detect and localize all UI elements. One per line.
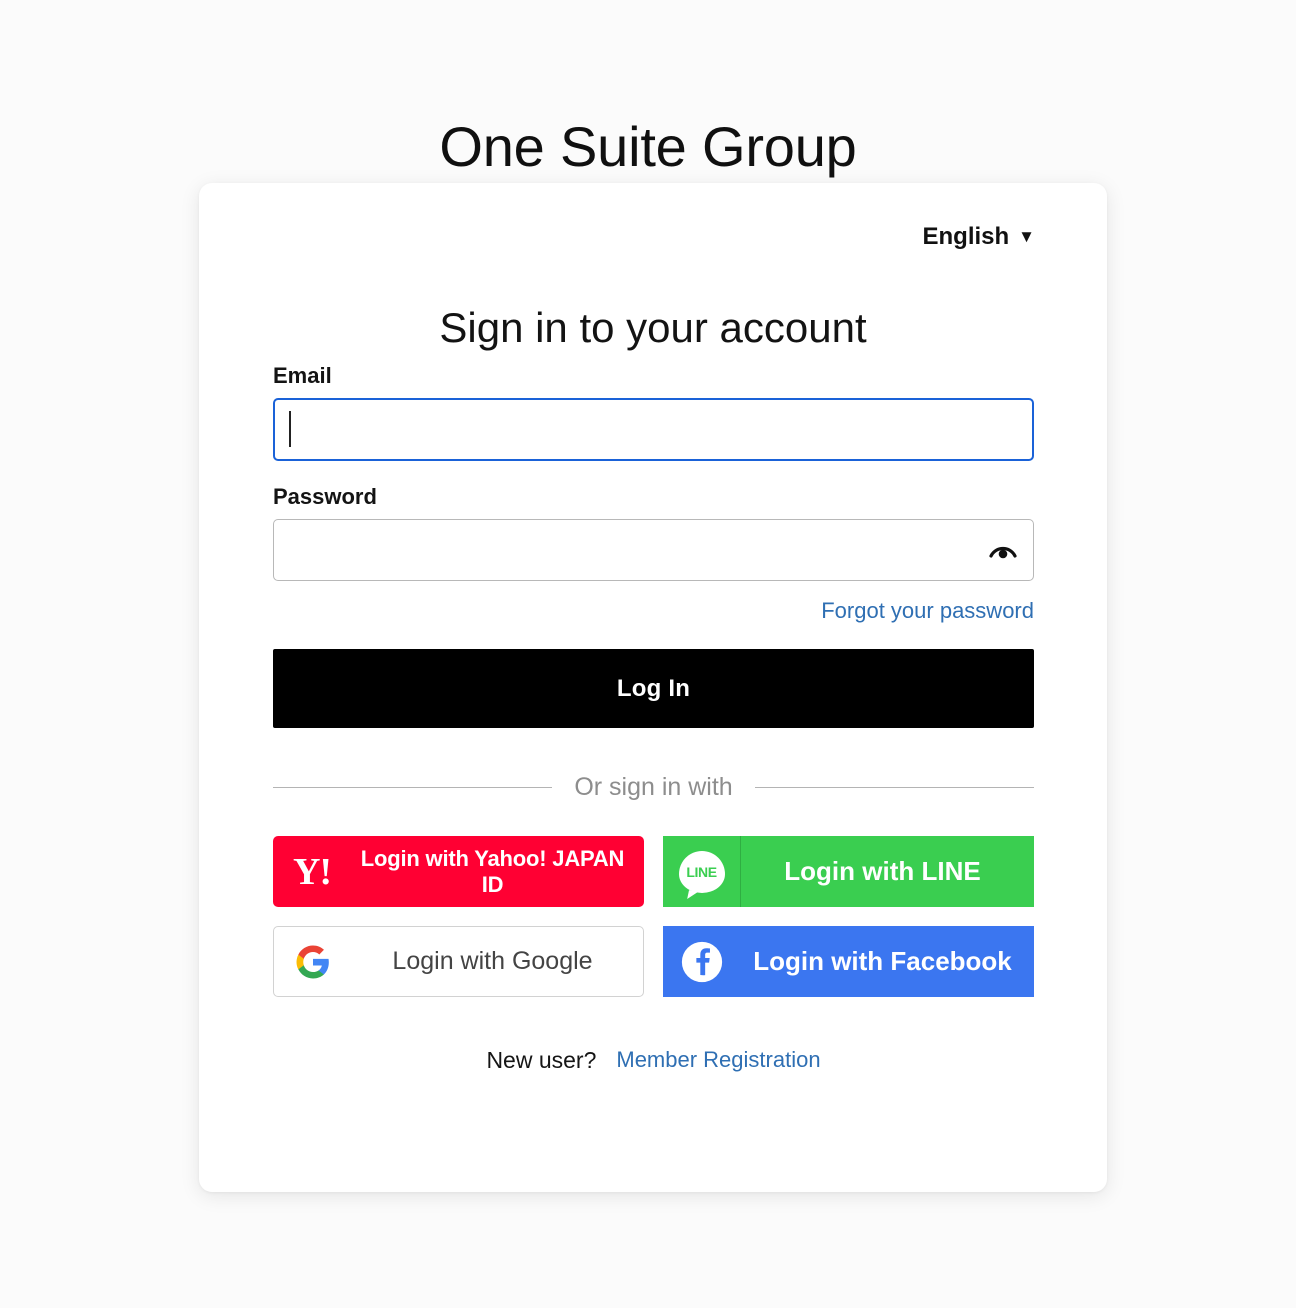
line-logo-text: LINE [686,863,717,880]
forgot-password-row: Forgot your password [273,598,1034,624]
facebook-f-icon-svg [681,941,723,982]
yahoo-button-label: Login with Yahoo! JAPAN ID [360,845,625,897]
google-g-icon-svg [296,945,329,978]
login-form: Email Password Forgot your password Log … [273,363,1035,1074]
eye-icon[interactable] [986,535,1020,565]
divider-rule-right [754,786,1035,788]
language-label: English [922,223,1010,250]
password-field-wrap [273,519,1034,581]
social-divider: Or sign in with [273,772,1035,802]
social-login-grid: Y! Login with Yahoo! JAPAN ID LINE Login… [273,836,1034,997]
language-selector[interactable]: English ▼ [923,223,1036,251]
page-title: One Suite Group [439,114,857,178]
login-button[interactable]: Log In [273,649,1034,728]
password-label: Password [273,484,377,509]
eye-icon-svg [989,546,1017,559]
chevron-down-icon: ▼ [1018,227,1035,246]
line-button-label: Login with LINE [784,856,981,886]
login-card: English ▼ Sign in to your account Email … [199,183,1107,1192]
new-user-row: New user? Member Registration [273,1046,1034,1074]
login-with-yahoo-button[interactable]: Y! Login with Yahoo! JAPAN ID [273,836,644,907]
line-logo-bubble: LINE [678,850,725,893]
password-input[interactable] [273,519,1034,581]
divider-label: Or sign in with [574,773,733,801]
signin-headline: Sign in to your account [439,303,867,351]
login-page: One Suite Group English ▼ Sign in to you… [0,0,1296,1308]
facebook-f-icon [663,926,741,997]
member-registration-link[interactable]: Member Registration [616,1047,820,1073]
yahoo-icon: Y! [273,836,351,907]
google-button-label: Login with Google [392,947,593,975]
email-label: Email [273,363,332,388]
line-icon: LINE [663,836,741,907]
new-user-label: New user? [486,1047,597,1073]
login-with-facebook-button[interactable]: Login with Facebook [663,926,1034,997]
login-with-line-button[interactable]: LINE Login with LINE [663,836,1034,907]
forgot-password-link[interactable]: Forgot your password [821,598,1034,623]
divider-rule-left [273,786,553,788]
email-field-wrap [273,398,1034,461]
google-g-icon [274,927,352,996]
yahoo-logo-text: Y! [292,850,332,893]
email-input[interactable] [273,398,1034,461]
login-with-google-button[interactable]: Login with Google [273,926,644,997]
text-cursor [289,411,291,447]
facebook-button-label: Login with Facebook [753,946,1012,976]
